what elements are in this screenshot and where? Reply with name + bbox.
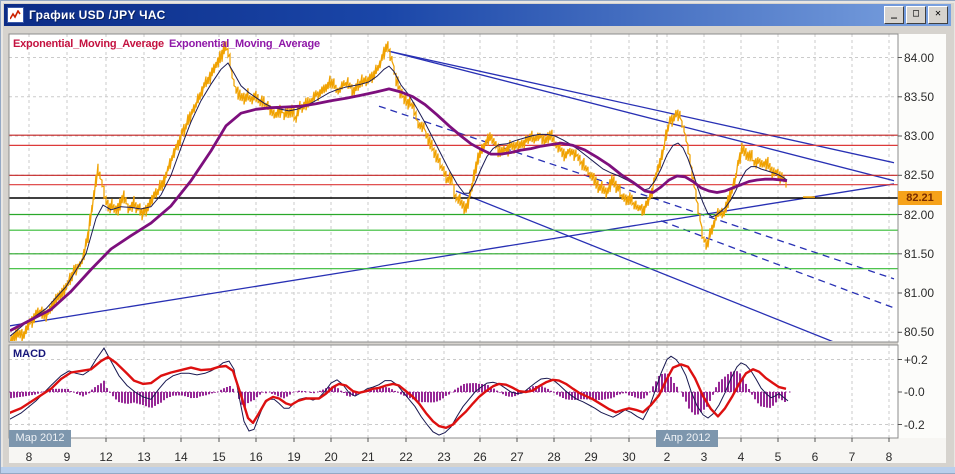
x-axis-day-label: 13 (137, 450, 151, 464)
ema-indicator-label-2: Exponential_Moving_Average (169, 38, 320, 50)
y-axis-price-label: 82.50 (904, 168, 935, 183)
title-bar[interactable]: График USD /JPY ЧАС _ □ ✕ (4, 4, 951, 26)
y-axis-price-label: 83.00 (904, 129, 935, 143)
x-axis-day-label: 20 (324, 450, 338, 464)
x-axis-day-label: 12 (99, 450, 113, 464)
x-axis-day-label: 16 (249, 450, 263, 464)
x-axis-day-label: 19 (287, 450, 301, 464)
y-axis-price-label: 83.50 (904, 89, 935, 104)
x-axis-day-label: 2 (663, 450, 671, 464)
x-axis-day-label: 14 (174, 450, 188, 464)
macd-axis-label: +0.2 (904, 352, 928, 367)
x-axis-day-label: 28 (547, 450, 561, 464)
x-axis-day-label: 21 (361, 450, 375, 464)
x-axis-day-label: 15 (212, 450, 226, 464)
chart-canvas[interactable] (1, 1, 955, 473)
x-axis-day-label: 30 (622, 450, 636, 464)
x-axis-day-label: 7 (848, 450, 856, 464)
y-axis-price-label: 84.00 (904, 50, 935, 65)
x-axis-day-label: 29 (584, 450, 598, 464)
x-axis-day-label: 3 (700, 450, 708, 464)
x-axis-day-label: 27 (510, 450, 524, 464)
x-axis-day-label: 8 (885, 450, 893, 464)
macd-axis-label: -0.2 (904, 417, 925, 432)
macd-axis-label: -0.0 (904, 385, 925, 399)
y-axis-price-label: 81.50 (904, 246, 935, 261)
window-title: График USD /JPY ЧАС (29, 8, 166, 22)
y-axis-price-label: 80.50 (904, 325, 935, 340)
maximize-button[interactable]: □ (906, 6, 926, 24)
x-axis-day-label: 26 (473, 450, 487, 464)
x-axis-day-label: 22 (399, 450, 413, 464)
x-axis-day-label: 9 (63, 450, 71, 464)
x-axis-day-label: 5 (774, 450, 782, 464)
month-badge-march: Мар 2012 (9, 430, 71, 447)
x-axis-day-label: 23 (437, 450, 451, 464)
close-button[interactable]: ✕ (928, 6, 948, 24)
macd-indicator-label: MACD (13, 348, 46, 360)
month-badge-april: Апр 2012 (656, 430, 718, 447)
y-axis-price-label: 82.00 (904, 207, 935, 222)
chart-window-icon (7, 7, 24, 23)
x-axis-day-label: 6 (811, 450, 819, 464)
ema-indicator-label-1: Exponential_Moving_Average (13, 38, 164, 50)
app-window: График USD /JPY ЧАС _ □ ✕ Exponential_Mo… (0, 0, 955, 474)
x-axis-day-label: 8 (25, 450, 33, 464)
y-axis-price-label: 81.00 (904, 286, 935, 300)
current-price-badge: 82.21 (898, 191, 942, 205)
x-axis-day-label: 4 (737, 450, 745, 464)
minimize-button[interactable]: _ (884, 6, 904, 24)
